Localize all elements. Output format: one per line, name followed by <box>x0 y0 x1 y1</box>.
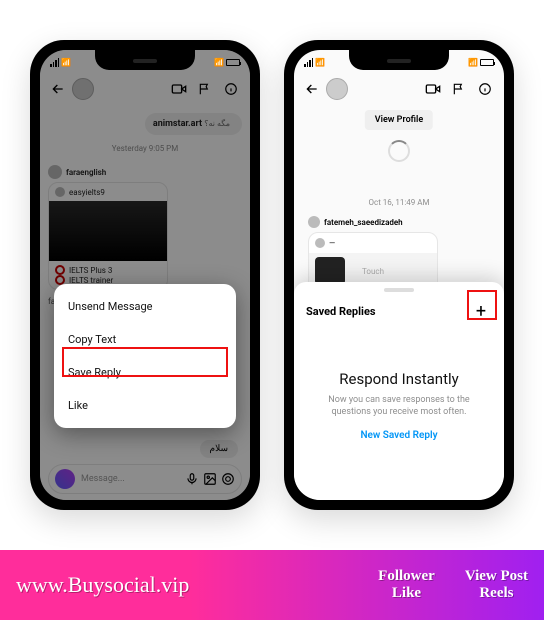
phone-right: 📶 📶 <box>284 40 514 510</box>
footer-col-2: View Post Reels <box>465 568 528 603</box>
avatar[interactable] <box>326 78 348 100</box>
add-reply-button[interactable]: + <box>470 300 492 322</box>
sender-avatar <box>308 216 320 228</box>
sheet-handle[interactable] <box>384 288 414 292</box>
menu-like[interactable]: Like <box>54 389 236 422</box>
new-saved-reply-link[interactable]: New Saved Reply <box>294 430 504 441</box>
sheet-desc: Now you can save responses to the questi… <box>294 388 504 418</box>
menu-unsend[interactable]: Unsend Message <box>54 290 236 323</box>
info-icon[interactable] <box>476 80 494 98</box>
flag-icon[interactable] <box>450 80 468 98</box>
sender-row: fatemeh_saeedizadeh <box>308 216 403 228</box>
phone-notch <box>349 50 449 70</box>
card-avatar <box>315 238 325 248</box>
loading-spinner <box>388 140 410 162</box>
menu-save[interactable]: Save Reply <box>54 356 236 389</box>
footer-col-1: Follower Like <box>378 568 435 603</box>
card-user: — <box>329 239 335 248</box>
phone-left: 📶 📶 <box>30 40 260 510</box>
footer-url: www.Buysocial.vip <box>16 572 378 598</box>
sheet-title: Saved Replies <box>306 305 376 318</box>
timestamp: Oct 16, 11:49 AM <box>294 198 504 207</box>
view-profile-button[interactable]: View Profile <box>365 110 433 130</box>
back-icon[interactable] <box>304 81 320 97</box>
card-thumb <box>315 257 345 285</box>
menu-copy[interactable]: Copy Text <box>54 323 236 356</box>
context-menu: Unsend Message Copy Text Save Reply Like <box>54 284 236 428</box>
sender-name: fatemeh_saeedizadeh <box>324 218 403 227</box>
dim-overlay <box>40 50 250 500</box>
video-icon[interactable] <box>424 80 442 98</box>
phone-notch <box>95 50 195 70</box>
promo-footer: www.Buysocial.vip Follower Like View Pos… <box>0 550 544 620</box>
chat-nav <box>294 72 504 106</box>
saved-replies-sheet: Saved Replies + Respond Instantly Now yo… <box>294 282 504 500</box>
sheet-hero: Respond Instantly <box>294 370 504 388</box>
